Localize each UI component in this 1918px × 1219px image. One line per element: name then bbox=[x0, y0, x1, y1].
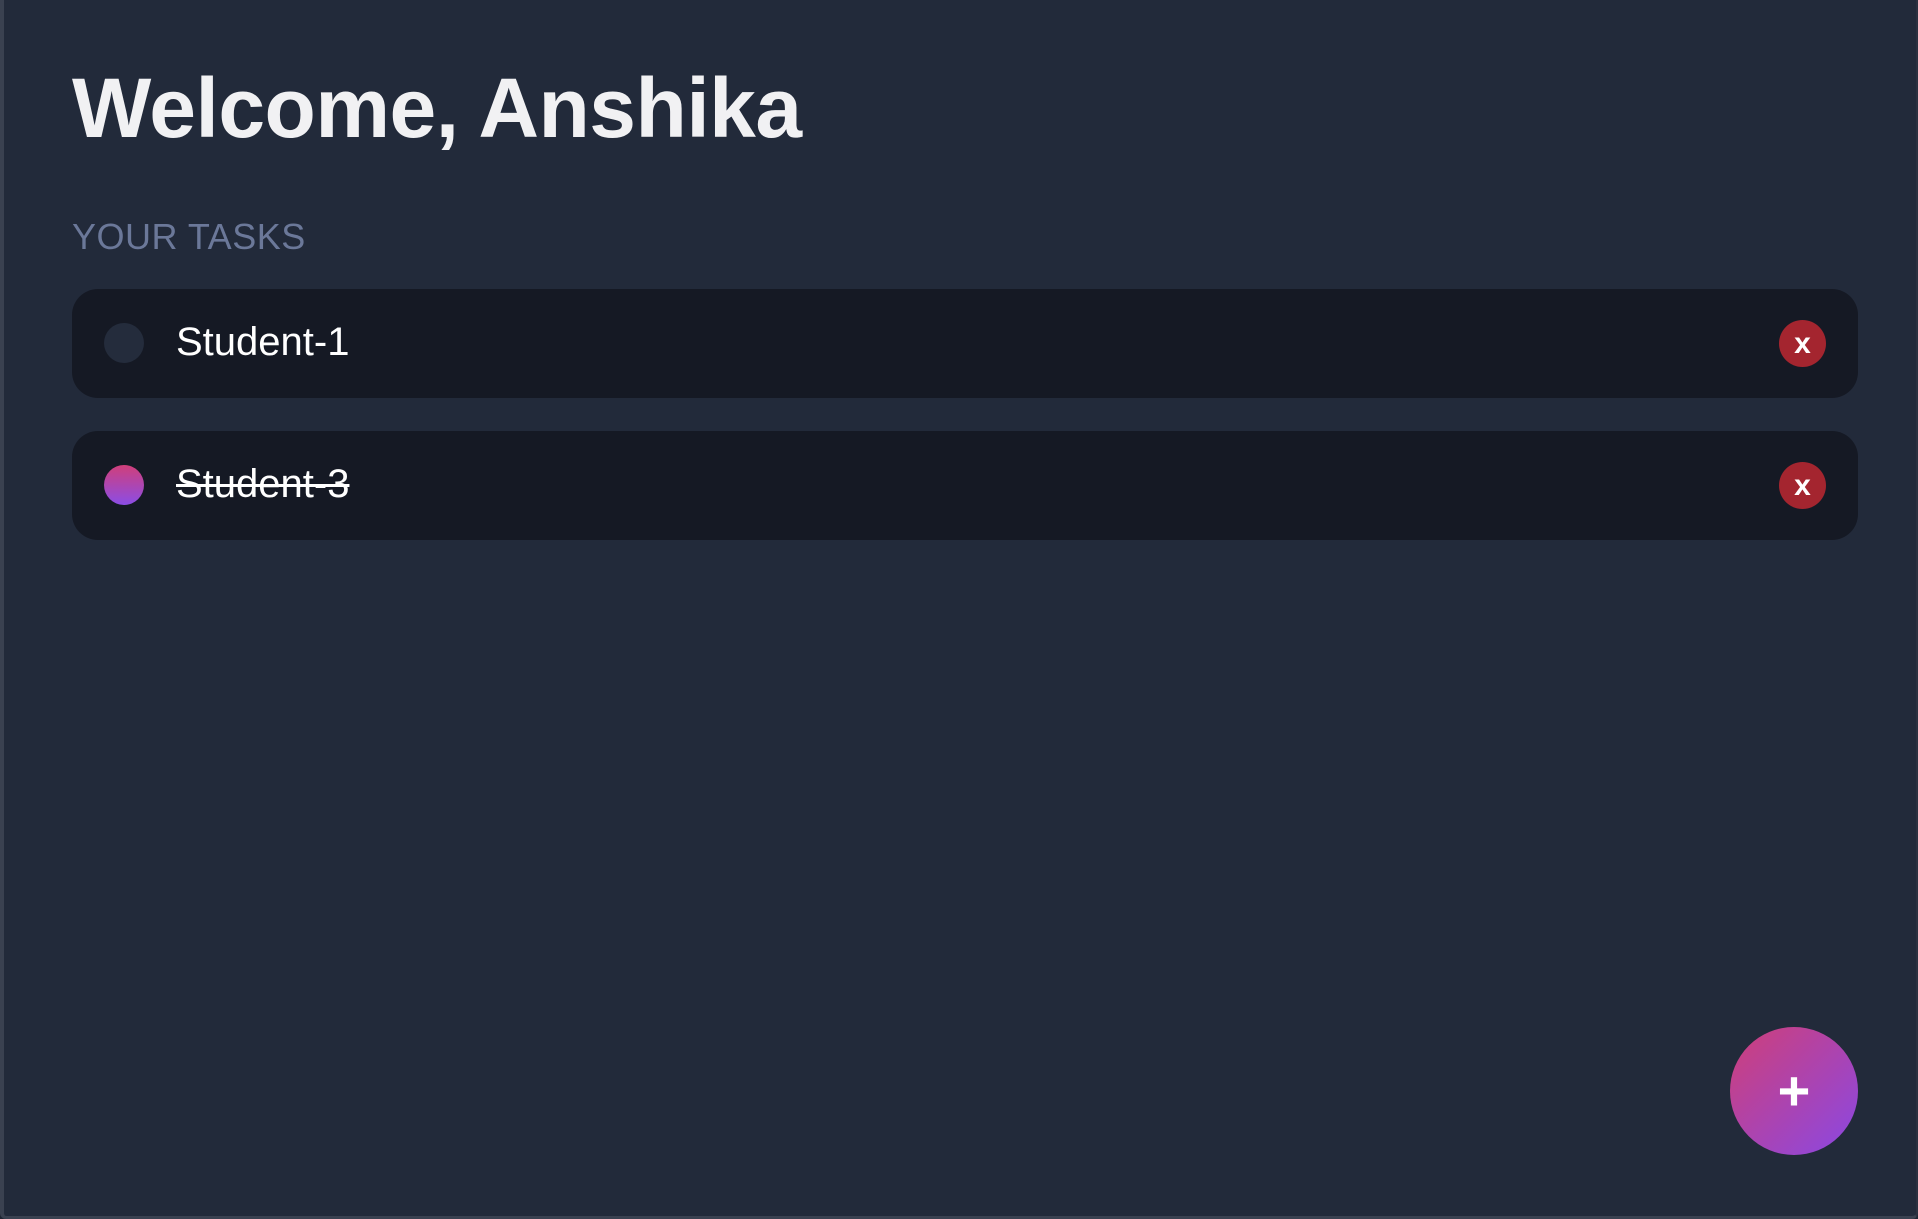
task-label: Student-1 bbox=[176, 320, 350, 364]
delete-task-button[interactable]: x bbox=[1779, 462, 1826, 509]
task-item: Student-3 x bbox=[72, 431, 1858, 540]
task-list: Student-1 x Student-3 x bbox=[72, 289, 1858, 573]
task-toggle-checkbox[interactable] bbox=[104, 465, 144, 505]
plus-icon: + bbox=[1777, 1059, 1811, 1122]
app-window: Welcome, Anshika YOUR TASKS Student-1 x … bbox=[0, 0, 1918, 1219]
delete-task-button[interactable]: x bbox=[1779, 320, 1826, 367]
task-label: Student-3 bbox=[176, 462, 350, 506]
task-toggle-checkbox[interactable] bbox=[104, 323, 144, 363]
page-title: Welcome, Anshika bbox=[72, 61, 802, 155]
tasks-section-label: YOUR TASKS bbox=[72, 216, 306, 257]
task-item: Student-1 x bbox=[72, 289, 1858, 398]
add-task-button[interactable]: + bbox=[1730, 1027, 1858, 1155]
